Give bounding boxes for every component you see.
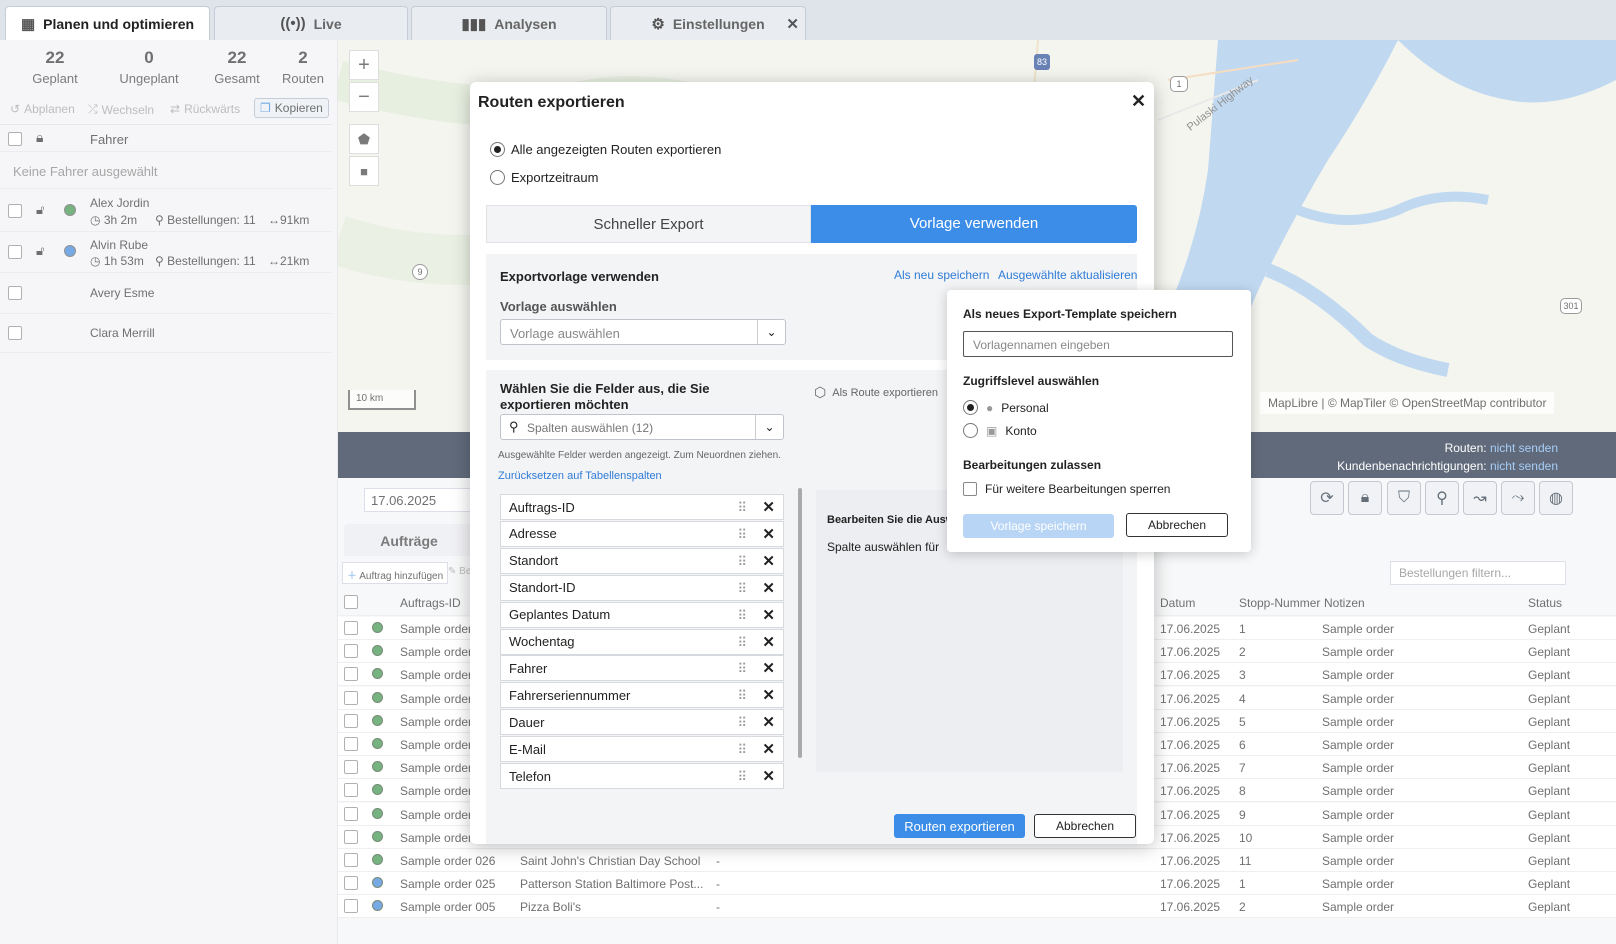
- remove-icon[interactable]: ✕: [762, 659, 775, 677]
- drag-handle-icon[interactable]: ⠿: [737, 769, 746, 785]
- drag-handle-icon[interactable]: ⠿: [737, 635, 746, 651]
- access-personal-radio[interactable]: ● Personal: [963, 400, 1049, 415]
- gear-icon: ⚙: [651, 15, 665, 33]
- tab-quick-export[interactable]: Schneller Export: [486, 205, 811, 243]
- cancel-button[interactable]: Abbrechen: [1034, 814, 1136, 838]
- account-card-icon: ▣: [986, 423, 998, 438]
- lock-edits-checkbox[interactable]: Für weitere Bearbeitungen sperren: [963, 482, 1170, 496]
- export-field-item[interactable]: Dauer ⠿ ✕: [500, 709, 784, 736]
- template-select[interactable]: Vorlage auswählen ⌄: [500, 319, 786, 345]
- chevron-down-icon: ⌄: [755, 415, 783, 439]
- export-as-route-toggle[interactable]: ⬡ Als Route exportieren: [814, 384, 938, 401]
- remove-icon[interactable]: ✕: [762, 633, 775, 651]
- drag-handle-icon[interactable]: ⠿: [737, 500, 746, 516]
- drag-handle-icon[interactable]: ⠿: [737, 688, 746, 704]
- access-account-radio[interactable]: ▣ Konto: [963, 423, 1037, 438]
- save-template-button[interactable]: Vorlage speichern: [963, 514, 1114, 538]
- export-field-item[interactable]: Wochentag ⠿ ✕: [500, 628, 784, 655]
- update-selected-link[interactable]: Ausgewählte aktualisieren: [998, 268, 1137, 282]
- tab-use-template[interactable]: Vorlage verwenden: [811, 205, 1137, 243]
- export-field-item[interactable]: Telefon ⠿ ✕: [500, 763, 784, 789]
- export-field-item[interactable]: E-Mail ⠿ ✕: [500, 736, 784, 763]
- remove-icon[interactable]: ✕: [762, 498, 775, 516]
- tab-bar: ▦ Planen und optimieren ((•)) Live ▮▮▮ Anal…: [0, 0, 1616, 40]
- template-name-input[interactable]: Vorlagennamen eingeben: [963, 331, 1233, 357]
- remove-icon[interactable]: ✕: [762, 767, 775, 785]
- drag-handle-icon[interactable]: ⠿: [737, 742, 746, 758]
- drag-handle-icon[interactable]: ⠿: [737, 581, 746, 597]
- reset-columns-link[interactable]: Zurücksetzen auf Tabellenspalten: [498, 470, 662, 482]
- export-field-item[interactable]: Standort ⠿ ✕: [500, 547, 784, 574]
- remove-icon[interactable]: ✕: [762, 525, 775, 543]
- remove-icon[interactable]: ✕: [762, 552, 775, 570]
- export-field-item[interactable]: Geplantes Datum ⠿ ✕: [500, 601, 784, 628]
- tab-einstellungen[interactable]: ⚙ Einstellungen ✕: [610, 6, 806, 40]
- tab-analysen[interactable]: ▮▮▮ Analysen: [411, 6, 607, 40]
- export-field-item[interactable]: Standort-ID ⠿ ✕: [500, 574, 784, 601]
- search-icon: ⚲: [509, 419, 519, 434]
- remove-icon[interactable]: ✕: [762, 579, 775, 597]
- popover-cancel-button[interactable]: Abbrechen: [1126, 513, 1228, 537]
- save-as-new-link[interactable]: Als neu speichern: [894, 268, 989, 282]
- remove-icon[interactable]: ✕: [762, 606, 775, 624]
- bar-chart-icon: ▮▮▮: [461, 15, 487, 33]
- person-icon: ●: [986, 400, 994, 415]
- export-field-item[interactable]: Auftrags-ID ⠿ ✕: [500, 494, 784, 520]
- export-field-item[interactable]: Adresse ⠿ ✕: [500, 520, 784, 547]
- drag-handle-icon[interactable]: ⠿: [737, 608, 746, 624]
- tab-plan[interactable]: ▦ Planen und optimieren: [5, 6, 210, 40]
- export-range-radio[interactable]: Exportzeitraum: [490, 170, 598, 185]
- drag-handle-icon[interactable]: ⠿: [737, 661, 746, 677]
- remove-icon[interactable]: ✕: [762, 713, 775, 731]
- remove-icon[interactable]: ✕: [762, 740, 775, 758]
- box-icon: ⬡: [814, 384, 827, 400]
- close-icon[interactable]: ✕: [1131, 91, 1146, 112]
- save-template-popover: Als neues Export-Template speichern Vorl…: [947, 290, 1251, 552]
- export-field-item[interactable]: Fahrerseriennummer ⠿ ✕: [500, 682, 784, 709]
- calendar-icon: ▦: [20, 15, 36, 33]
- export-field-item[interactable]: Fahrer ⠿ ✕: [500, 655, 784, 682]
- export-routes-button[interactable]: Routen exportieren: [894, 814, 1025, 838]
- remove-icon[interactable]: ✕: [762, 686, 775, 704]
- column-select[interactable]: ⚲ Spalten auswählen (12) ⌄: [500, 414, 784, 440]
- drag-handle-icon[interactable]: ⠿: [737, 554, 746, 570]
- broadcast-icon: ((•)): [280, 15, 306, 32]
- drag-handle-icon[interactable]: ⠿: [737, 527, 746, 543]
- scrollbar[interactable]: [798, 488, 802, 758]
- dialog-title: Routen exportieren: [478, 94, 625, 111]
- chevron-down-icon: ⌄: [757, 320, 785, 344]
- tab-live[interactable]: ((•)) Live: [214, 6, 408, 40]
- export-all-radio[interactable]: Alle angezeigten Routen exportieren: [490, 142, 721, 157]
- close-icon[interactable]: ✕: [786, 15, 799, 33]
- drag-handle-icon[interactable]: ⠿: [737, 715, 746, 731]
